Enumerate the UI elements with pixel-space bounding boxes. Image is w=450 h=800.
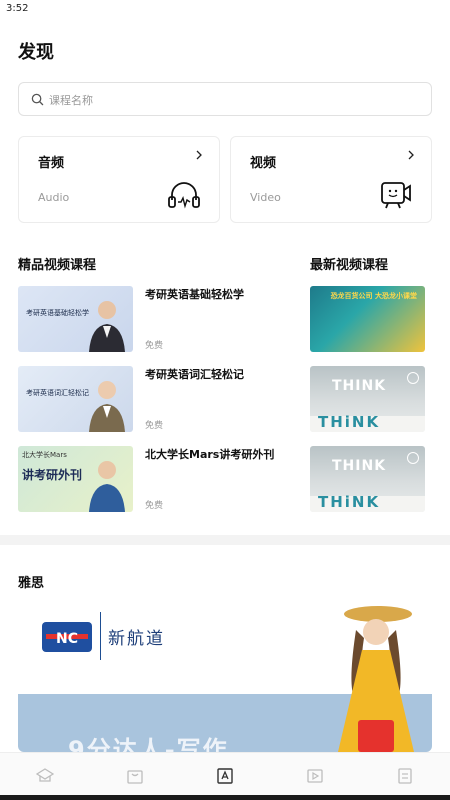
course-item[interactable]: 考研英语基础轻松学 考研英语基础轻松学 免费 [18,286,288,352]
thumb-caption: THINK [332,378,387,394]
course-thumbnail: 北大学长Mars 讲考研外刊 [18,446,133,512]
thumb-caption: 考研英语基础轻松学 [26,309,89,317]
girl-illustration [338,606,414,752]
status-bar: 3:52 [0,0,450,22]
teacher-image [89,301,125,352]
video-card-title: 视频 [250,156,277,171]
thumb-caption: 北大学长Mars [22,451,67,459]
nc-logo-icon: NC [42,622,92,652]
course-item[interactable]: 北大学长Mars 讲考研外刊 北大学长Mars讲考研外刊 免费 [18,446,288,512]
latest-course-thumbnail[interactable]: 恐龙百货公司 大恐龙小课堂 [310,286,425,352]
audio-card-subtitle: Audio [38,191,70,204]
ielts-banner[interactable]: NC 新航道 9分达人-写作 [18,602,432,752]
thumb-caption: 恐龙百货公司 大恐龙小课堂 [330,292,417,300]
play-icon [407,372,419,384]
featured-courses-heading: 精品视频课程 [18,258,97,273]
nc-logo-text: NC [56,631,78,647]
banner-divider [100,612,101,660]
thumb-headline: THiNK [318,493,381,511]
latest-course-thumbnail[interactable]: THINK THiNK [310,446,425,512]
chevron-right-icon [408,150,414,160]
course-price: 免费 [145,341,164,351]
thumb-headline: THiNK [318,413,381,431]
latest-courses-heading: 最新视频课程 [310,258,389,273]
banner-brand: 新航道 [108,629,165,649]
thumb-caption: 考研英语词汇轻松记 [26,389,89,397]
course-title: 北大学长Mars讲考研外刊 [145,448,275,461]
headphones-icon [168,182,200,209]
search-icon [31,93,44,106]
latest-course-thumbnail[interactable]: THINK THiNK [310,366,425,432]
book-discover-icon[interactable] [216,767,234,785]
home-hat-icon[interactable] [36,767,54,785]
bottom-tab-bar [0,752,450,800]
thumb-headline: 讲考研外刊 [22,468,83,482]
status-time: 3:52 [6,3,29,14]
profile-card-icon[interactable] [396,767,414,785]
play-icon [407,452,419,464]
ielts-heading: 雅思 [18,576,45,591]
course-item[interactable]: 考研英语词汇轻松记 考研英语词汇轻松记 免费 [18,366,288,432]
search-bar[interactable] [18,82,432,116]
audio-card[interactable]: 音频 Audio [18,136,220,223]
course-title: 考研英语词汇轻松记 [145,368,244,381]
chevron-right-icon [196,150,202,160]
course-title: 考研英语基础轻松学 [145,288,244,301]
section-divider [0,535,450,545]
banner-headline: 9分达人-写作 [68,736,229,752]
page-title: 发现 [18,42,54,63]
video-list-icon[interactable] [306,767,324,785]
shopping-bag-icon[interactable] [126,767,144,785]
video-player-icon [381,182,411,209]
teacher-image [89,381,125,432]
course-price: 免费 [145,501,164,511]
teacher-image [89,461,125,512]
search-input[interactable] [49,89,419,111]
video-card-subtitle: Video [250,191,281,204]
audio-card-title: 音频 [38,156,65,171]
thumb-caption: THINK [332,458,387,474]
course-thumbnail: 考研英语基础轻松学 [18,286,133,352]
video-card[interactable]: 视频 Video [230,136,432,223]
course-thumbnail: 考研英语词汇轻松记 [18,366,133,432]
course-price: 免费 [145,421,164,431]
system-nav-strip [0,795,450,800]
